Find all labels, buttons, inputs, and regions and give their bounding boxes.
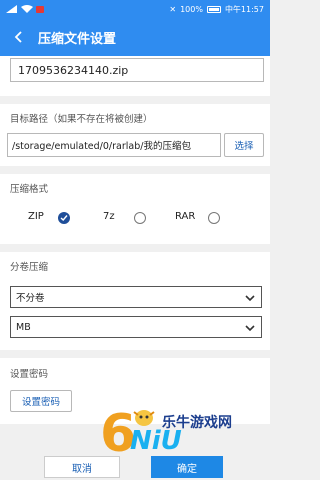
split-unit-select[interactable]: MB — [10, 316, 262, 338]
target-path-card: 目标路径（如果不存在将被创建） /storage/emulated/0/rarl… — [0, 104, 270, 166]
clock: 中午11:57 — [224, 4, 264, 14]
split-unit-value: MB — [16, 321, 31, 333]
filename-card: 1709536234140.zip — [0, 56, 270, 96]
split-mode-value: 不分卷 — [16, 293, 45, 304]
battery-percent: 100% — [180, 4, 203, 14]
status-left — [6, 5, 44, 13]
back-arrow-icon — [14, 31, 22, 43]
notification-icon — [36, 5, 44, 13]
select-path-button[interactable]: 选择 — [224, 133, 264, 157]
format-rar-label: RAR — [175, 211, 196, 222]
format-zip-radio[interactable] — [58, 212, 70, 224]
format-7z-radio[interactable] — [134, 212, 146, 224]
format-card: 压缩格式 ZIP 7z RAR — [0, 174, 270, 244]
chevron-down-icon — [245, 325, 255, 332]
back-button[interactable] — [0, 18, 38, 56]
format-rar-radio[interactable] — [208, 212, 220, 224]
page-title: 压缩文件设置 — [38, 31, 117, 47]
cow-mascot-icon — [133, 410, 155, 426]
format-options: ZIP 7z RAR — [0, 210, 270, 230]
signal-icon — [6, 5, 17, 13]
mute-icon: ✕ — [169, 4, 177, 14]
watermark-text: 乐牛游戏网 — [162, 415, 232, 431]
format-zip-label: ZIP — [28, 211, 44, 222]
split-label: 分卷压缩 — [10, 262, 49, 273]
split-card: 分卷压缩 不分卷 MB — [0, 252, 270, 350]
wifi-icon — [21, 5, 33, 13]
check-icon — [60, 215, 68, 222]
format-7z-label: 7z — [103, 211, 115, 222]
app-toolbar: 压缩文件设置 — [0, 18, 270, 56]
format-label: 压缩格式 — [10, 184, 49, 195]
site-watermark: 6 NiU 乐牛游戏网 — [100, 406, 265, 466]
filename-input[interactable]: 1709536234140.zip — [10, 58, 264, 82]
battery-icon — [206, 5, 221, 13]
target-path-input[interactable]: /storage/emulated/0/rarlab/我的压缩包 — [7, 133, 221, 157]
chevron-down-icon — [245, 295, 255, 302]
set-password-button[interactable]: 设置密码 — [10, 390, 72, 412]
status-bar: ✕ 100% 中午11:57 — [0, 0, 270, 18]
target-path-label: 目标路径（如果不存在将被创建） — [10, 114, 153, 125]
split-mode-select[interactable]: 不分卷 — [10, 286, 262, 308]
password-label: 设置密码 — [10, 369, 49, 380]
status-right: ✕ 100% 中午11:57 — [169, 4, 264, 15]
